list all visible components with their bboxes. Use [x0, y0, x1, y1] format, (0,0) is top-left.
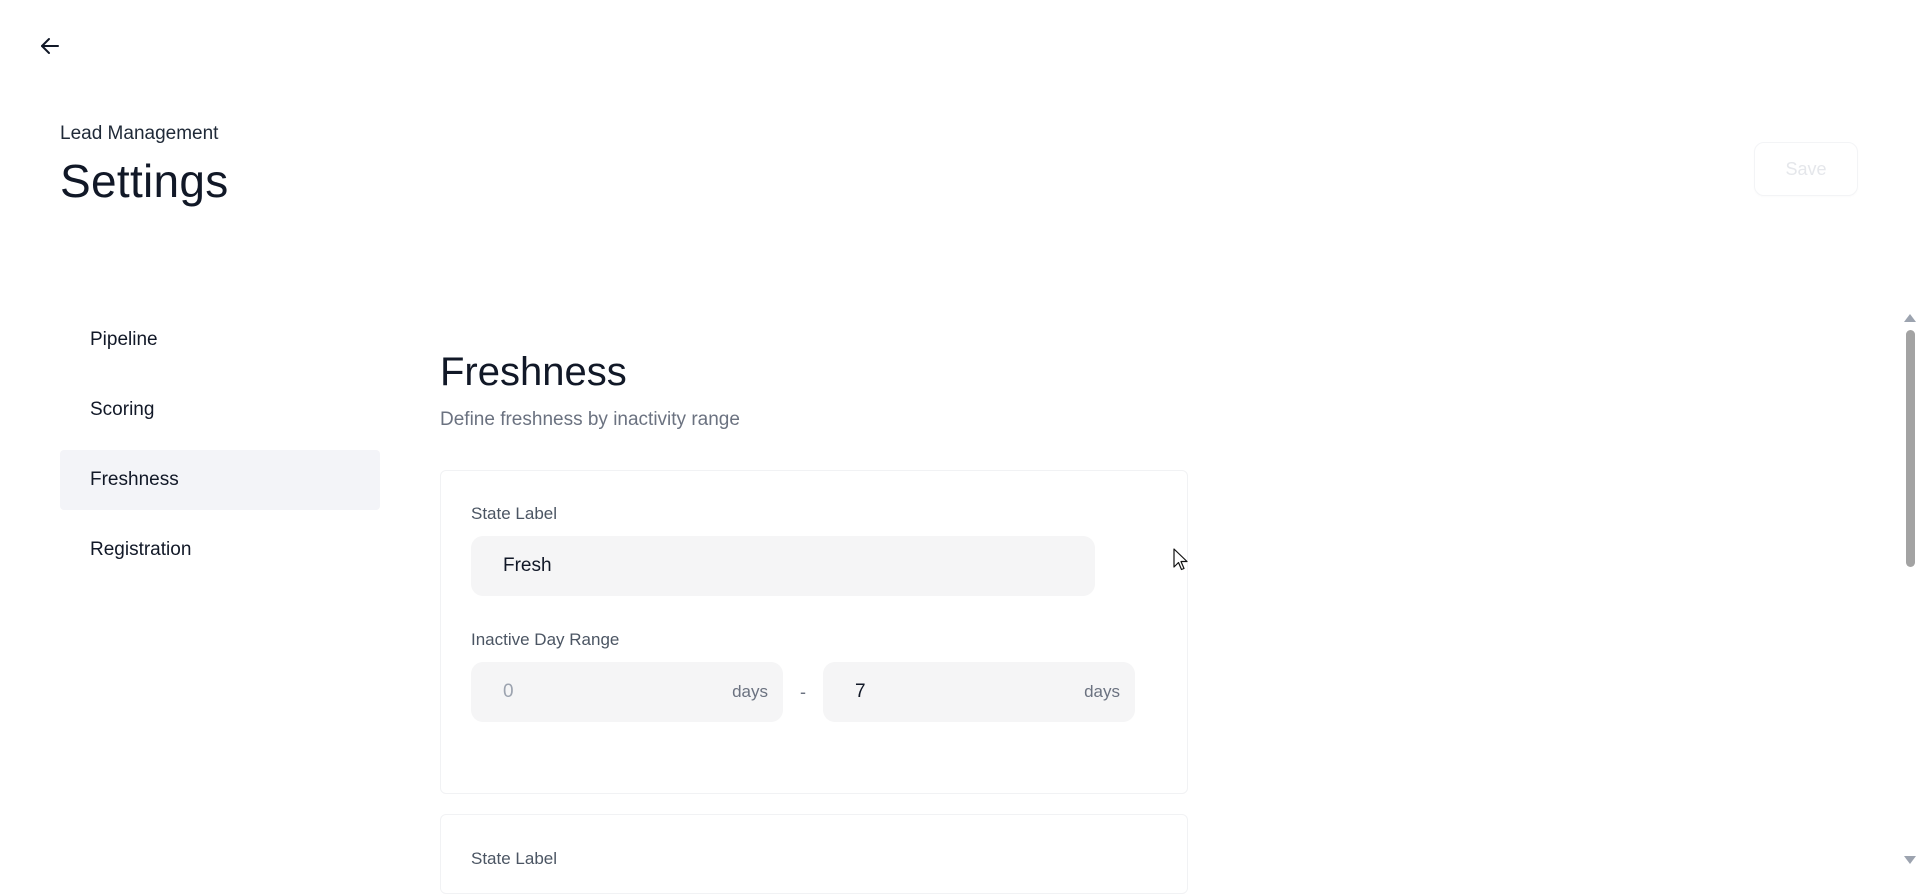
- inactive-day-range-caption: Inactive Day Range: [471, 630, 620, 649]
- freshness-state-card-2: State Label: [440, 814, 1188, 894]
- sidebar-item-pipeline[interactable]: Pipeline: [60, 310, 380, 370]
- scroll-down-arrow-icon[interactable]: [1904, 856, 1916, 864]
- save-button[interactable]: Save: [1754, 142, 1858, 196]
- range-to-unit: days: [1084, 682, 1120, 701]
- range-from-unit: days: [732, 682, 768, 701]
- page-title: Settings: [60, 155, 229, 207]
- section-subtitle: Define freshness by inactivity range: [440, 409, 740, 430]
- settings-sidebar: Pipeline Scoring Freshness Registration: [60, 310, 380, 590]
- range-from-value: 0: [503, 681, 514, 702]
- freshness-state-card: State Label Fresh Inactive Day Range 0 d…: [440, 470, 1188, 794]
- freshness-section: Freshness Define freshness by inactivity…: [440, 350, 1188, 431]
- arrow-left-icon: [41, 38, 59, 54]
- inactive-day-range: 0 days - 7 days: [471, 662, 1157, 722]
- range-to-input[interactable]: 7 days: [823, 662, 1135, 722]
- state-label-input[interactable]: Fresh: [471, 536, 1095, 596]
- scrollbar-thumb[interactable]: [1906, 330, 1915, 567]
- range-to-value: 7: [855, 681, 866, 702]
- page-scrollbar[interactable]: [1900, 310, 1920, 868]
- range-separator: -: [800, 681, 806, 702]
- mouse-pointer-icon: [1173, 548, 1189, 577]
- state-label-caption: State Label: [471, 504, 558, 523]
- back-button[interactable]: [34, 30, 66, 62]
- range-from-input[interactable]: 0 days: [471, 662, 783, 722]
- sidebar-item-registration[interactable]: Registration: [60, 520, 380, 580]
- state-label-caption-2: State Label: [471, 849, 558, 868]
- breadcrumb: Lead Management: [60, 123, 219, 144]
- scroll-up-arrow-icon[interactable]: [1904, 314, 1916, 322]
- sidebar-item-freshness[interactable]: Freshness: [60, 450, 380, 510]
- sidebar-item-scoring[interactable]: Scoring: [60, 380, 380, 440]
- section-title: Freshness: [440, 350, 627, 394]
